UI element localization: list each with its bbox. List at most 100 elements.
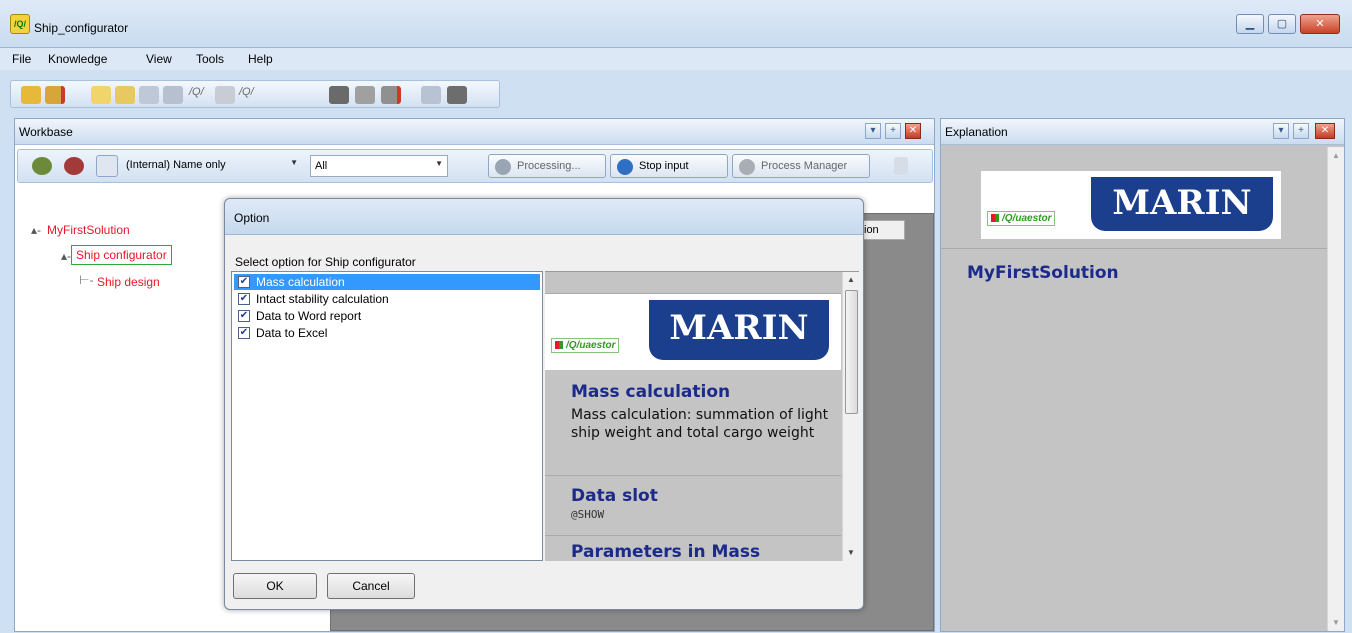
marin-logo: MARIN — [649, 300, 829, 360]
tree-line-icon: ⊢- — [79, 273, 94, 287]
scroll-down-icon[interactable]: ▼ — [847, 548, 855, 557]
menu-help[interactable]: Help — [248, 52, 273, 66]
tree-node-root[interactable]: MyFirstSolution — [47, 223, 130, 237]
quaestor-icon[interactable]: /Q/ — [189, 86, 209, 104]
section-title: Mass calculation — [571, 382, 731, 402]
tree-node-ship-configurator[interactable]: Ship configurator — [71, 245, 172, 265]
panel-close-icon[interactable]: ✕ — [1315, 123, 1335, 139]
option-info-pane: /Q/uaestor MARIN Mass calculation Mass c… — [545, 271, 859, 561]
new-file-icon[interactable] — [91, 86, 111, 104]
menu-view[interactable]: View — [146, 52, 172, 66]
processing-button[interactable]: Processing... — [488, 154, 606, 178]
explanation-heading: MyFirstSolution — [967, 263, 1119, 283]
checkbox-icon[interactable]: ✔ — [238, 276, 250, 288]
gears-icon — [739, 159, 755, 175]
dialog-prompt: Select option for Ship configurator — [235, 255, 416, 269]
user-remove-icon[interactable] — [381, 86, 401, 104]
logo-area: /Q/uaestor MARIN — [981, 171, 1281, 239]
expand-icon[interactable]: ▴- — [31, 223, 41, 237]
scrollbar-thumb[interactable] — [845, 290, 858, 414]
checkbox-icon[interactable]: ✔ — [238, 327, 250, 339]
menu-tools[interactable]: Tools — [196, 52, 224, 66]
list-item[interactable]: ✔ Data to Word report — [234, 308, 540, 324]
checkbox-icon[interactable]: ✔ — [238, 293, 250, 305]
main-toolbar: /Q/ /Q/ — [0, 72, 1352, 116]
process-manager-button[interactable]: Process Manager — [732, 154, 870, 178]
processing-label: Processing... — [517, 160, 581, 172]
list-item[interactable]: ✔ Intact stability calculation — [234, 291, 540, 307]
ok-button[interactable]: OK — [233, 573, 317, 599]
name-display-value: (Internal) Name only — [126, 159, 226, 171]
option-dialog: Option Select option for Ship configurat… — [224, 198, 864, 610]
user-settings-icon[interactable] — [355, 86, 375, 104]
quaestor-export-icon[interactable]: /Q/ — [239, 86, 259, 104]
panel-close-icon[interactable]: ✕ — [905, 123, 921, 139]
maximize-button[interactable]: ▢ — [1268, 14, 1296, 34]
filter-combo[interactable]: All ▼ — [310, 155, 448, 177]
options-icon[interactable] — [894, 157, 908, 175]
lock-icon[interactable] — [96, 155, 118, 177]
menu-file[interactable]: File — [12, 52, 31, 66]
open-file-icon[interactable] — [115, 86, 135, 104]
profile-icon[interactable] — [447, 86, 467, 104]
process-manager-label: Process Manager — [761, 160, 848, 172]
close-button[interactable]: ✕ — [1300, 14, 1340, 34]
tree-node-ship-design[interactable]: Ship design — [97, 275, 160, 289]
dialog-header: Option — [225, 199, 863, 235]
workbase-title: Workbase — [19, 125, 73, 139]
stop-input-label: Stop input — [639, 160, 689, 172]
stop-input-button[interactable]: Stop input — [610, 154, 728, 178]
section-mass: Mass calculation Mass calculation: summa… — [545, 372, 841, 476]
network-add-icon[interactable] — [32, 157, 52, 175]
marin-logo: MARIN — [1091, 177, 1273, 231]
scroll-up-icon[interactable]: ▲ — [847, 275, 855, 284]
tab-fragment[interactable]: ion — [857, 220, 905, 240]
window-icon[interactable] — [421, 86, 441, 104]
explanation-logo-strip: /Q/uaestor MARIN — [941, 147, 1327, 249]
user-icon[interactable] — [329, 86, 349, 104]
save-all-icon[interactable] — [163, 86, 183, 104]
quaestor-save-icon[interactable] — [215, 86, 235, 104]
minimize-button[interactable]: ▁ — [1236, 14, 1264, 34]
option-label: Data to Excel — [256, 326, 328, 340]
section-code: @SHOW — [571, 508, 605, 521]
info-scrollbar[interactable]: ▲ ▼ — [842, 272, 859, 561]
app-icon: /Q/ — [10, 14, 30, 34]
explanation-header: Explanation ▾ + ✕ — [941, 119, 1344, 145]
pin-icon[interactable]: + — [1293, 123, 1309, 139]
scroll-up-icon[interactable]: ▲ — [1332, 151, 1340, 160]
workbase-toolbar: (Internal) Name only ▼ All ▼ Processing.… — [17, 149, 933, 183]
network-remove-icon[interactable] — [64, 157, 84, 175]
open-knowledge-icon[interactable] — [21, 86, 41, 104]
checkbox-icon[interactable]: ✔ — [238, 310, 250, 322]
explanation-title: Explanation — [945, 125, 1008, 139]
scroll-down-icon[interactable]: ▼ — [1332, 618, 1340, 627]
name-display-combo[interactable]: (Internal) Name only ▼ — [122, 155, 302, 177]
quaestor-logo: /Q/uaestor — [987, 211, 1056, 226]
save-icon[interactable] — [139, 86, 159, 104]
dropdown-icon[interactable]: ▾ — [1273, 123, 1289, 139]
list-item[interactable]: ✔ Mass calculation — [234, 274, 540, 290]
filter-value: All — [315, 160, 328, 172]
play-icon — [495, 159, 511, 175]
list-item[interactable]: ✔ Data to Excel — [234, 325, 540, 341]
window-title: Ship_configurator — [34, 21, 129, 35]
menu-knowledge[interactable]: Knowledge — [48, 52, 107, 66]
explanation-panel: Explanation ▾ + ✕ /Q/uaestor MARIN MyFir… — [940, 118, 1345, 632]
close-knowledge-icon[interactable] — [45, 86, 65, 104]
chevron-down-icon: ▼ — [435, 159, 443, 168]
menu-bar: File Knowledge View Tools Help — [0, 48, 1352, 70]
section-text: Mass calculation: summation of light shi… — [571, 407, 829, 441]
option-list: ✔ Mass calculation ✔ Intact stability ca… — [231, 271, 543, 561]
option-label: Intact stability calculation — [256, 292, 389, 306]
workbase-header: Workbase ▾ + ✕ — [15, 119, 934, 145]
expand-icon[interactable]: ▴- — [61, 249, 71, 263]
explanation-scrollbar[interactable]: ▲ ▼ — [1327, 147, 1344, 631]
cancel-button[interactable]: Cancel — [327, 573, 415, 599]
pin-icon[interactable]: + — [885, 123, 901, 139]
quaestor-logo: /Q/uaestor — [551, 338, 620, 353]
dropdown-icon[interactable]: ▾ — [865, 123, 881, 139]
section-title: Data slot — [571, 486, 658, 506]
title-bar: /Q/ Ship_configurator ▁ ▢ ✕ — [0, 0, 1352, 48]
section-data-slot: Data slot @SHOW — [545, 478, 841, 536]
